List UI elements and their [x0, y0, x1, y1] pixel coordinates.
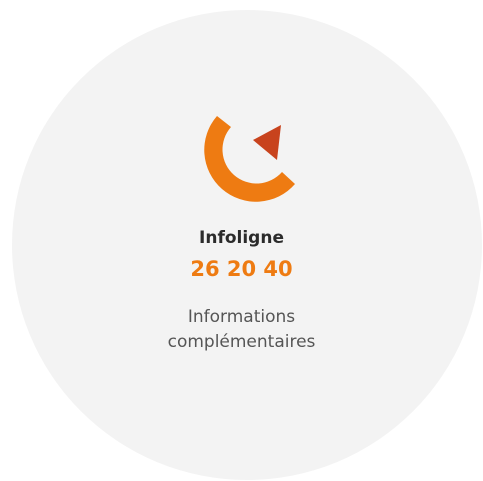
logo-arc [204, 116, 295, 202]
compass-c-logo-icon [204, 116, 295, 202]
service-title: Infoligne [199, 228, 284, 248]
logo-triangle [253, 125, 281, 160]
additional-info-text: Informations complémentaires [0, 305, 483, 355]
info-line-2: complémentaires [167, 332, 316, 352]
phone-number-link[interactable]: 26 20 40 [0, 257, 483, 281]
info-line-1: Informations [187, 307, 296, 327]
